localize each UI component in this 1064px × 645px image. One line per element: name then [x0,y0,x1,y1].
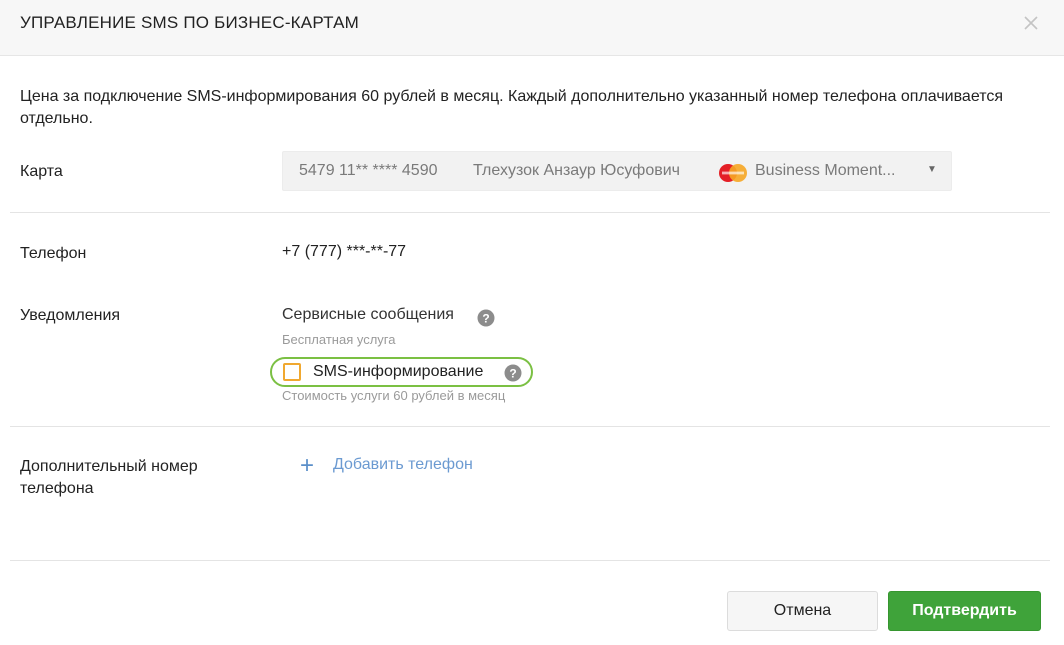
help-icon[interactable]: ? [504,364,522,382]
divider [10,426,1050,427]
svg-text:?: ? [509,367,516,381]
divider [10,212,1050,213]
close-icon[interactable] [1020,12,1042,34]
extra-phone-label: Дополнительный номер телефона [20,458,198,497]
service-messages-title: Сервисные сообщения [282,306,454,323]
card-product: Business Moment... [755,162,896,179]
cancel-button[interactable]: Отмена [727,591,878,631]
sms-informing-label[interactable]: SMS-информирование [313,363,483,381]
dialog-title: УПРАВЛЕНИЕ SMS ПО БИЗНЕС-КАРТАМ [20,13,360,32]
phone-label: Телефон [20,245,87,262]
sms-informing-option[interactable]: SMS-информирование ? [270,357,533,387]
phone-value: +7 (777) ***-**-77 [282,243,407,260]
intro-text: Цена за подключение SMS-информирования 6… [20,88,1003,127]
card-number: 5479 11** **** 4590 [299,162,438,179]
mastercard-icon [717,163,749,183]
add-phone-label[interactable]: Добавить телефон [333,456,473,474]
card-owner: Тлехузок Анзаур Юсуфович [473,162,680,179]
divider [10,560,1050,561]
notifications-label: Уведомления [20,307,121,324]
card-select[interactable]: 5479 11** **** 4590 Тлехузок Анзаур Юсуф… [282,151,952,191]
service-messages-subtitle: Бесплатная услуга [282,332,396,347]
chevron-down-icon: ▼ [927,164,937,175]
card-label: Карта [20,163,63,180]
plus-icon: + [300,452,315,479]
confirm-button[interactable]: Подтвердить [888,591,1041,631]
svg-text:?: ? [482,312,489,326]
sms-informing-subtitle: Стоимость услуги 60 рублей в месяц [282,388,506,403]
sms-informing-checkbox[interactable] [283,363,301,381]
help-icon[interactable]: ? [477,309,495,327]
dialog-header: УПРАВЛЕНИЕ SMS ПО БИЗНЕС-КАРТАМ [0,0,1064,56]
